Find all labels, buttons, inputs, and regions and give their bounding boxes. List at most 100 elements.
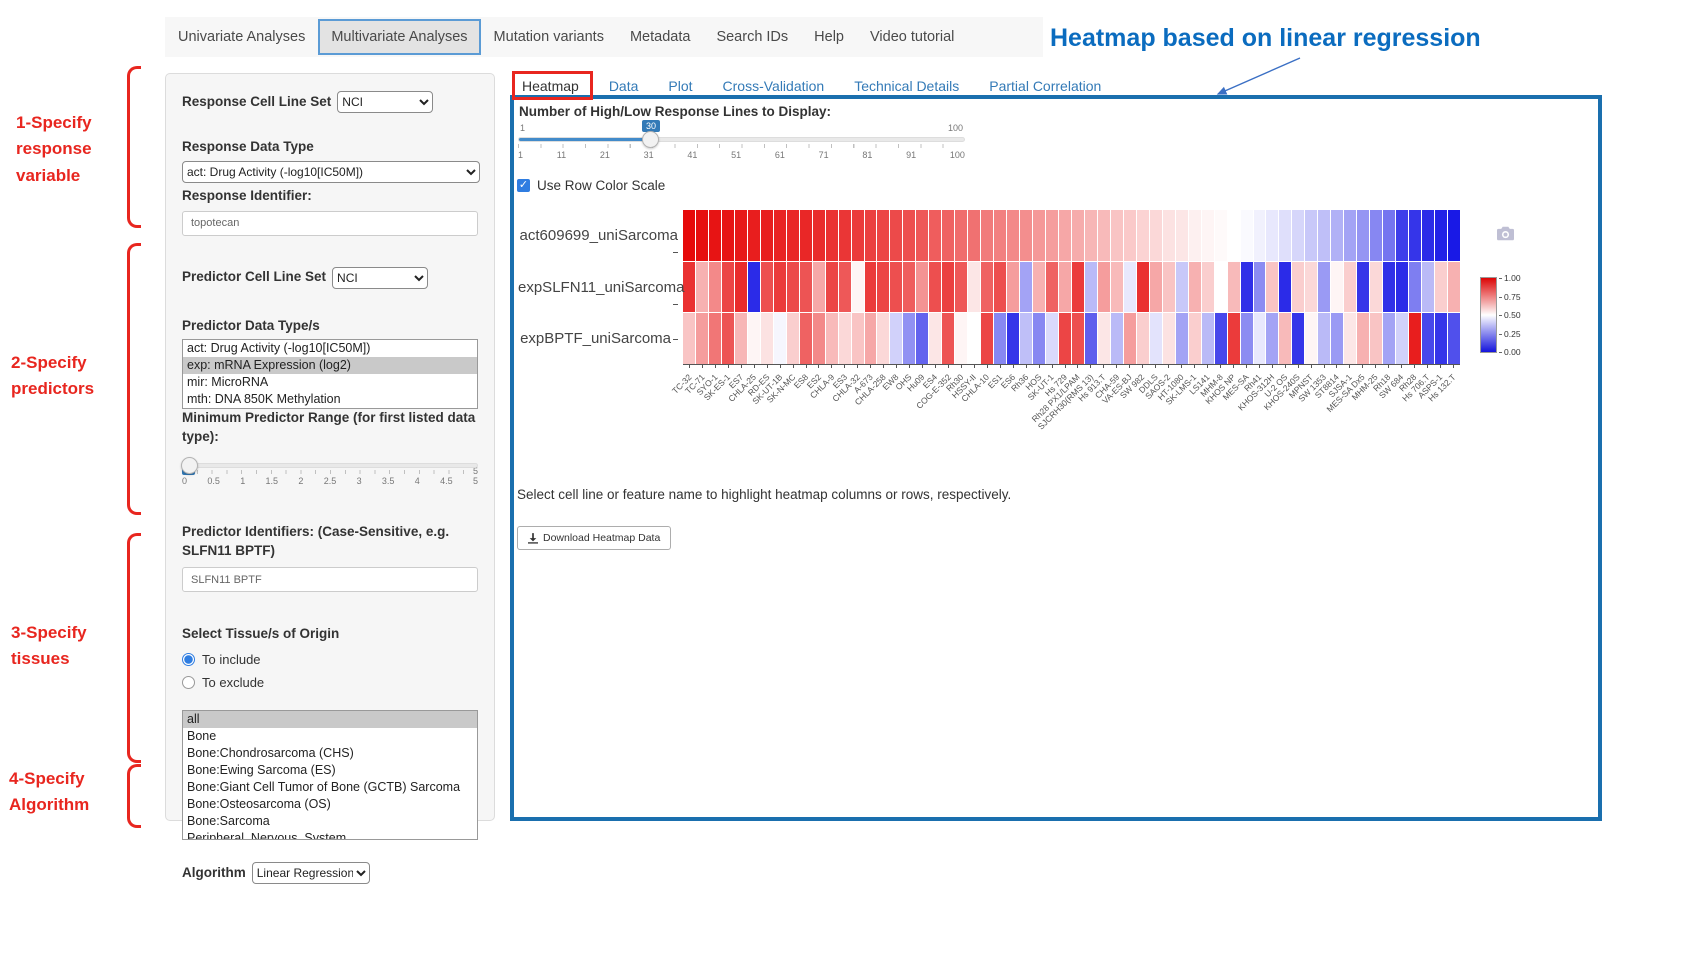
heatmap-cell[interactable] bbox=[1254, 313, 1266, 364]
nav-item-multivariate-analyses[interactable]: Multivariate Analyses bbox=[318, 19, 480, 55]
heatmap-cell[interactable] bbox=[1318, 313, 1330, 364]
heatmap-cell[interactable] bbox=[1422, 262, 1434, 313]
heatmap-cell[interactable] bbox=[1409, 313, 1421, 364]
nav-item-search-ids[interactable]: Search IDs bbox=[703, 19, 801, 55]
heatmap-cell[interactable] bbox=[1033, 313, 1045, 364]
response-lines-slider-handle[interactable] bbox=[642, 131, 659, 148]
heatmap-cell[interactable] bbox=[903, 262, 915, 313]
heatmap-cell[interactable] bbox=[955, 313, 967, 364]
heatmap-cell[interactable] bbox=[890, 210, 902, 261]
heatmap-cell[interactable] bbox=[1357, 262, 1369, 313]
heatmap-row-label-act609699-unisarcoma[interactable]: act609699_uniSarcoma bbox=[518, 227, 678, 261]
heatmap-cell[interactable] bbox=[1111, 313, 1123, 364]
tissue-option-peripheral-nervous-system[interactable]: Peripheral_Nervous_System bbox=[183, 830, 477, 840]
heatmap-cell[interactable] bbox=[1357, 210, 1369, 261]
heatmap-cell[interactable] bbox=[1072, 262, 1084, 313]
heatmap-cell[interactable] bbox=[916, 313, 928, 364]
heatmap-cell[interactable] bbox=[1215, 210, 1227, 261]
heatmap-cell[interactable] bbox=[1202, 313, 1214, 364]
nav-item-mutation-variants[interactable]: Mutation variants bbox=[481, 19, 617, 55]
heatmap-cell[interactable] bbox=[942, 313, 954, 364]
heatmap-cell[interactable] bbox=[1059, 313, 1071, 364]
heatmap-cell[interactable] bbox=[929, 210, 941, 261]
heatmap-cell[interactable] bbox=[1176, 313, 1188, 364]
heatmap-cell[interactable] bbox=[1228, 313, 1240, 364]
heatmap-cell[interactable] bbox=[696, 262, 708, 313]
heatmap-cell[interactable] bbox=[1357, 313, 1369, 364]
heatmap-cell[interactable] bbox=[709, 210, 721, 261]
heatmap-cell[interactable] bbox=[1072, 210, 1084, 261]
heatmap-cell[interactable] bbox=[1422, 210, 1434, 261]
predictor-data-type-option-mth-dna-850k-methylation[interactable]: mth: DNA 850K Methylation bbox=[183, 391, 477, 408]
heatmap-cell[interactable] bbox=[1085, 210, 1097, 261]
heatmap-cell[interactable] bbox=[1266, 262, 1278, 313]
heatmap-cell[interactable] bbox=[1292, 210, 1304, 261]
heatmap-row-label-expslfn11-unisarcoma[interactable]: expSLFN11_uniSarcoma bbox=[518, 279, 678, 313]
heatmap-cell[interactable] bbox=[1189, 210, 1201, 261]
heatmap-cell[interactable] bbox=[1279, 210, 1291, 261]
heatmap-cell[interactable] bbox=[1228, 210, 1240, 261]
heatmap-cell[interactable] bbox=[1292, 262, 1304, 313]
heatmap-cell[interactable] bbox=[890, 313, 902, 364]
heatmap-cell[interactable] bbox=[1254, 262, 1266, 313]
heatmap-cell[interactable] bbox=[735, 262, 747, 313]
camera-icon[interactable] bbox=[1497, 226, 1514, 241]
tissue-listbox[interactable]: allBoneBone:Chondrosarcoma (CHS)Bone:Ewi… bbox=[182, 710, 478, 840]
heatmap-cell[interactable] bbox=[761, 313, 773, 364]
tab-partial-correlation[interactable]: Partial Correlation bbox=[989, 78, 1101, 94]
heatmap-cell[interactable] bbox=[1007, 262, 1019, 313]
heatmap-cell[interactable] bbox=[722, 210, 734, 261]
heatmap-cell[interactable] bbox=[1176, 210, 1188, 261]
heatmap-cell[interactable] bbox=[1279, 313, 1291, 364]
heatmap-cell[interactable] bbox=[1150, 313, 1162, 364]
heatmap-cell[interactable] bbox=[929, 313, 941, 364]
tissue-option-all[interactable]: all bbox=[183, 711, 477, 728]
heatmap-cell[interactable] bbox=[696, 210, 708, 261]
heatmap-cell[interactable] bbox=[1266, 210, 1278, 261]
heatmap-cell[interactable] bbox=[852, 313, 864, 364]
heatmap-cell[interactable] bbox=[1007, 313, 1019, 364]
heatmap-cell[interactable] bbox=[1370, 210, 1382, 261]
heatmap-cell[interactable] bbox=[735, 313, 747, 364]
heatmap-cell[interactable] bbox=[1176, 262, 1188, 313]
heatmap-cell[interactable] bbox=[1305, 210, 1317, 261]
heatmap-cell[interactable] bbox=[683, 210, 695, 261]
heatmap-cell[interactable] bbox=[865, 313, 877, 364]
heatmap-cell[interactable] bbox=[709, 262, 721, 313]
response-lines-slider-track[interactable] bbox=[518, 137, 965, 142]
heatmap-cell[interactable] bbox=[1383, 210, 1395, 261]
predictor-data-type-option-exp-mrna-expression-log2[interactable]: exp: mRNA Expression (log2) bbox=[183, 357, 477, 374]
row-color-scale-checkbox[interactable]: ✓ bbox=[517, 179, 530, 192]
heatmap-cell[interactable] bbox=[1046, 210, 1058, 261]
heatmap-cell[interactable] bbox=[1033, 210, 1045, 261]
heatmap-cell[interactable] bbox=[1059, 262, 1071, 313]
heatmap-cell[interactable] bbox=[1124, 262, 1136, 313]
heatmap-cell[interactable] bbox=[1318, 210, 1330, 261]
heatmap-cell[interactable] bbox=[1435, 313, 1447, 364]
heatmap-cell[interactable] bbox=[1228, 262, 1240, 313]
tab-heatmap[interactable]: Heatmap bbox=[522, 78, 579, 94]
heatmap-cell[interactable] bbox=[800, 313, 812, 364]
heatmap-cell[interactable] bbox=[839, 210, 851, 261]
heatmap-cell[interactable] bbox=[1111, 210, 1123, 261]
heatmap-cell[interactable] bbox=[683, 313, 695, 364]
nav-item-help[interactable]: Help bbox=[801, 19, 857, 55]
heatmap-cell[interactable] bbox=[748, 210, 760, 261]
heatmap-cell[interactable] bbox=[1098, 210, 1110, 261]
heatmap-cell[interactable] bbox=[1409, 210, 1421, 261]
heatmap-cell[interactable] bbox=[813, 262, 825, 313]
heatmap-cell[interactable] bbox=[1279, 262, 1291, 313]
heatmap-cell[interactable] bbox=[903, 313, 915, 364]
heatmap-cell[interactable] bbox=[774, 210, 786, 261]
predictor-data-type-option-mir-microrna[interactable]: mir: MicroRNA bbox=[183, 374, 477, 391]
heatmap-cell[interactable] bbox=[1124, 313, 1136, 364]
heatmap-cell[interactable] bbox=[1007, 210, 1019, 261]
heatmap-cell[interactable] bbox=[1137, 313, 1149, 364]
tissue-option-bone-sarcoma[interactable]: Bone:Sarcoma bbox=[183, 813, 477, 830]
heatmap-cell[interactable] bbox=[877, 313, 889, 364]
heatmap-cell[interactable] bbox=[1344, 313, 1356, 364]
heatmap-cell[interactable] bbox=[929, 262, 941, 313]
tissue-exclude-radio-row[interactable]: To exclude bbox=[182, 675, 478, 690]
heatmap-cell[interactable] bbox=[1344, 210, 1356, 261]
heatmap-cell[interactable] bbox=[826, 313, 838, 364]
